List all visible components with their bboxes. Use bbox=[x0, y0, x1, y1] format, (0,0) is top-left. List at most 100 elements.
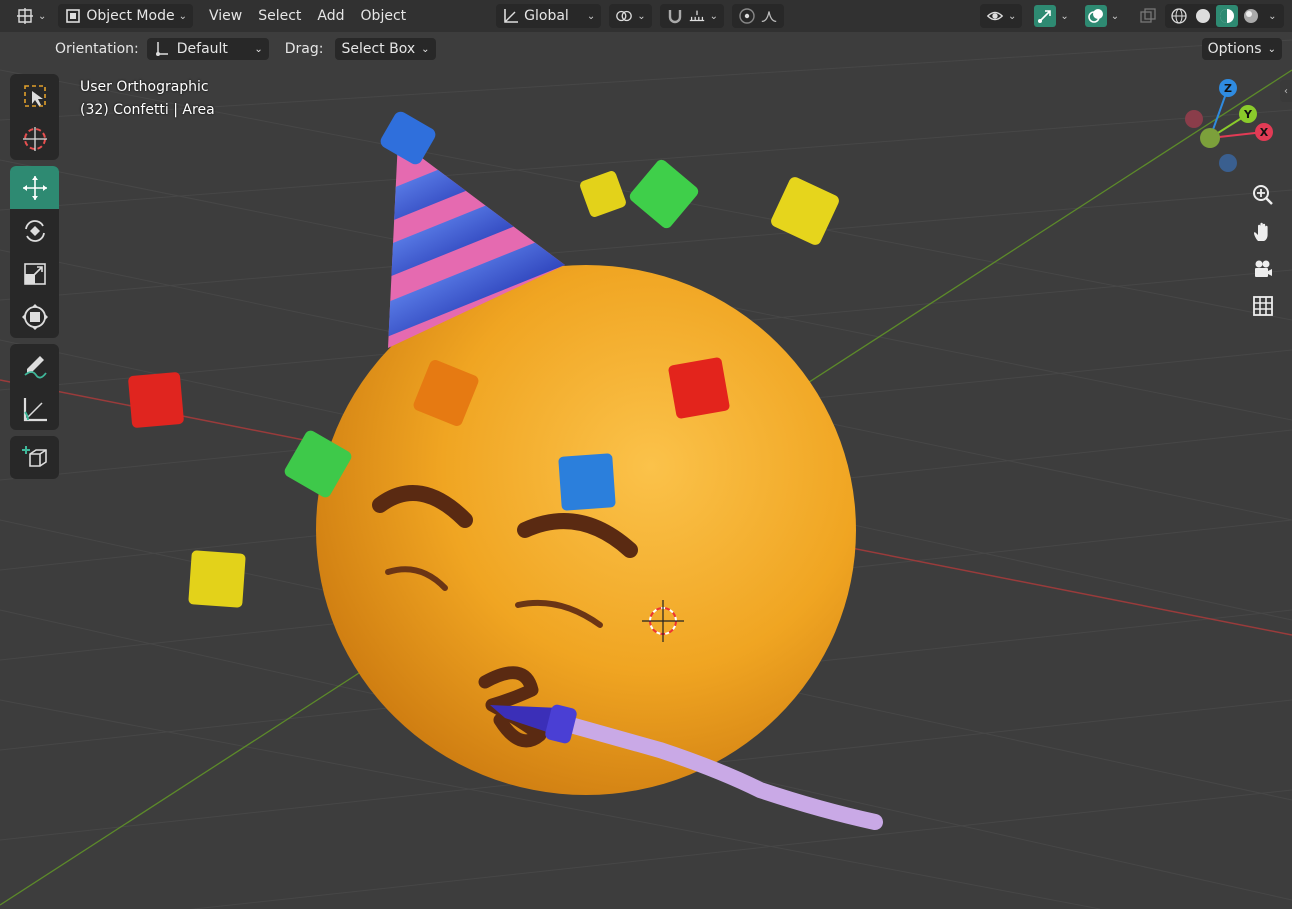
tool-rotate[interactable] bbox=[10, 209, 59, 252]
chevron-down-icon: ⌄ bbox=[586, 10, 596, 22]
tool-move[interactable] bbox=[10, 166, 59, 209]
orientation-setting-label: Orientation: bbox=[55, 41, 139, 57]
annotate-icon bbox=[23, 355, 47, 378]
pivot-point-dropdown[interactable]: ⌄ bbox=[609, 4, 652, 28]
zoom-button[interactable] bbox=[1248, 180, 1278, 210]
snap-increment-icon bbox=[688, 7, 706, 25]
shading-buttons: ⌄ bbox=[1165, 4, 1284, 28]
menu-add[interactable]: Add bbox=[309, 4, 352, 28]
object-info: (32) Confetti | Area bbox=[80, 102, 215, 118]
transform-orientation-dropdown[interactable]: Global ⌄ bbox=[496, 4, 602, 28]
chevron-down-icon: ⌄ bbox=[38, 10, 47, 22]
transform-icon bbox=[21, 303, 48, 330]
shading-solid-icon[interactable] bbox=[1192, 5, 1214, 27]
overlay-icon bbox=[1084, 5, 1107, 27]
menu-select[interactable]: Select bbox=[250, 4, 309, 28]
chevron-down-icon: ⌄ bbox=[178, 10, 187, 22]
orientation-value: Default bbox=[176, 41, 228, 57]
sidebar-toggle-tab[interactable]: ‹ bbox=[1280, 80, 1292, 102]
chevron-down-icon: ⌄ bbox=[1110, 10, 1120, 22]
tool-group-select bbox=[10, 74, 59, 160]
chevron-down-icon: ⌄ bbox=[1007, 10, 1017, 22]
navigation-gizmo[interactable]: Z Y X bbox=[1180, 78, 1280, 178]
grid-icon bbox=[1253, 296, 1273, 316]
tool-select-box[interactable] bbox=[10, 74, 59, 117]
tool-scale[interactable] bbox=[10, 252, 59, 295]
camera-button[interactable] bbox=[1248, 254, 1278, 284]
orientation-axes-icon bbox=[502, 7, 520, 25]
gizmo-neg-x[interactable] bbox=[1185, 110, 1203, 128]
rotate-icon bbox=[24, 219, 45, 242]
proportional-edit-toggle[interactable] bbox=[731, 4, 784, 28]
drag-value: Select Box bbox=[341, 41, 416, 57]
orientation-dropdown[interactable]: Default ⌄ bbox=[146, 38, 269, 60]
falloff-curve-icon bbox=[760, 7, 778, 25]
menu-object[interactable]: Object bbox=[353, 4, 415, 28]
orientation-gizmo-icon bbox=[153, 40, 171, 58]
visibility-icon bbox=[986, 7, 1004, 25]
orientation-label: Global bbox=[524, 8, 569, 24]
snap-toggle[interactable]: ⌄ bbox=[659, 4, 724, 28]
grid-view-button[interactable] bbox=[1248, 291, 1278, 321]
mode-dropdown[interactable]: Object Mode ⌄ bbox=[58, 4, 193, 28]
chevron-down-icon: ⌄ bbox=[1267, 43, 1276, 55]
chevron-down-icon: ⌄ bbox=[421, 43, 430, 55]
pan-button[interactable] bbox=[1248, 217, 1278, 247]
pivot-icon bbox=[615, 7, 633, 25]
gizmo-neg-z[interactable] bbox=[1219, 154, 1237, 172]
options-dropdown[interactable]: Options ⌄ bbox=[1201, 38, 1282, 60]
3d-viewport[interactable]: ⌄ Object Mode ⌄ View Select Add Object G… bbox=[0, 0, 1292, 909]
snap-magnet-icon bbox=[666, 7, 684, 25]
measure-icon bbox=[23, 397, 47, 421]
gizmo-z-label: Z bbox=[1224, 82, 1232, 95]
zoom-icon bbox=[1253, 185, 1273, 205]
tool-measure[interactable] bbox=[10, 387, 59, 430]
scene-canvas[interactable] bbox=[0, 0, 1292, 909]
tool-group-transform bbox=[10, 166, 59, 338]
xray-icon bbox=[1139, 7, 1157, 25]
shading-rendered-icon[interactable] bbox=[1240, 5, 1262, 27]
tool-settings-bar: Orientation: Default ⌄ Drag: Select Box … bbox=[0, 34, 1292, 64]
viewport-info: User Orthographic (32) Confetti | Area bbox=[80, 76, 215, 122]
object-mode-icon bbox=[64, 7, 82, 25]
overlay-toggle[interactable]: ⌄ bbox=[1079, 4, 1125, 28]
tool-transform[interactable] bbox=[10, 295, 59, 338]
add-cube-icon bbox=[21, 445, 47, 467]
move-icon bbox=[22, 175, 47, 200]
editor-type-button[interactable]: ⌄ bbox=[10, 4, 52, 28]
camera-icon bbox=[1255, 260, 1272, 277]
visibility-dropdown[interactable]: ⌄ bbox=[979, 4, 1023, 28]
chevron-down-icon: ⌄ bbox=[254, 43, 263, 55]
gizmo-neg-y[interactable] bbox=[1200, 128, 1220, 148]
menu-view[interactable]: View bbox=[201, 4, 250, 28]
chevron-down-icon: ⌄ bbox=[1060, 10, 1069, 22]
drag-dropdown[interactable]: Select Box ⌄ bbox=[335, 38, 436, 60]
select-box-icon bbox=[23, 84, 46, 107]
viewport-header: ⌄ Object Mode ⌄ View Select Add Object G… bbox=[0, 0, 1292, 32]
gizmo-x-label: X bbox=[1260, 126, 1269, 139]
options-label: Options bbox=[1207, 41, 1262, 57]
tool-annotate[interactable] bbox=[10, 344, 59, 387]
scale-icon bbox=[23, 262, 46, 285]
tool-cursor[interactable] bbox=[10, 117, 59, 160]
shading-wireframe-icon[interactable] bbox=[1168, 5, 1190, 27]
gizmo-toggle[interactable]: ⌄ bbox=[1028, 4, 1074, 28]
toolbar bbox=[10, 74, 59, 485]
tool-group-annotate bbox=[10, 344, 59, 430]
pan-hand-icon bbox=[1254, 222, 1268, 241]
cursor-icon bbox=[22, 126, 47, 151]
chevron-down-icon[interactable]: ⌄ bbox=[1264, 11, 1280, 22]
shading-material-icon[interactable] bbox=[1216, 5, 1239, 27]
mode-label: Object Mode bbox=[86, 8, 175, 24]
tool-add-cube[interactable] bbox=[10, 436, 59, 479]
crosshair-grid-icon bbox=[16, 7, 34, 25]
chevron-down-icon: ⌄ bbox=[637, 10, 646, 22]
tool-group-add bbox=[10, 436, 59, 479]
gizmo-icon bbox=[1034, 5, 1057, 27]
chevron-down-icon: ⌄ bbox=[709, 10, 718, 22]
view-name: User Orthographic bbox=[80, 79, 209, 95]
gizmo-y-label: Y bbox=[1243, 108, 1253, 121]
xray-toggle[interactable] bbox=[1133, 4, 1163, 28]
drag-setting-label: Drag: bbox=[284, 41, 324, 57]
party-emoji-model[interactable] bbox=[316, 265, 883, 830]
